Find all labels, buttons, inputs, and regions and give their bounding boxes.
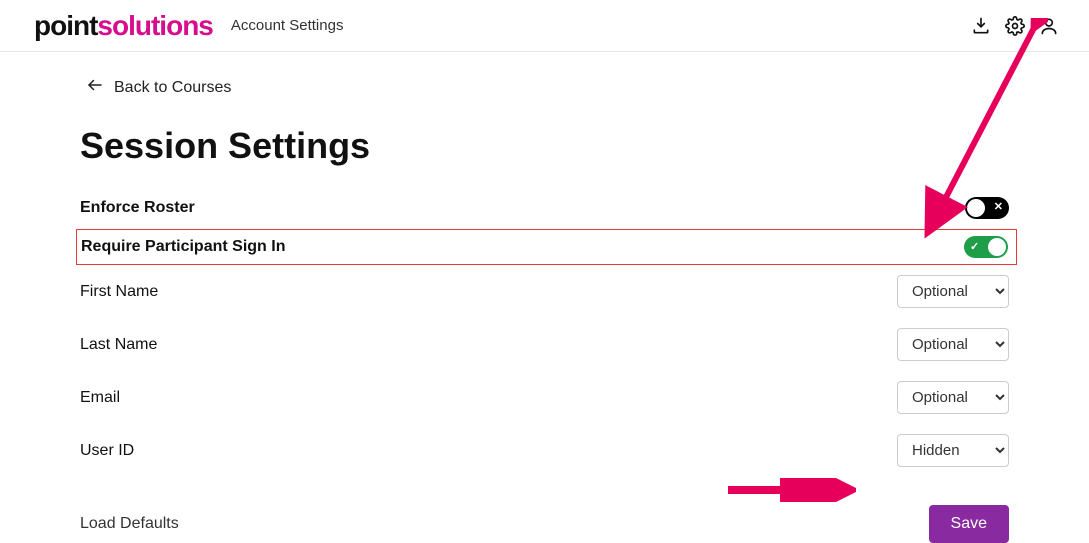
header-icon-group bbox=[971, 16, 1059, 36]
load-defaults-link[interactable]: Load Defaults bbox=[80, 515, 179, 533]
last-name-select[interactable]: Optional bbox=[897, 328, 1009, 361]
row-last-name: Last Name Optional bbox=[80, 318, 1009, 371]
app-header: pointsolutions Account Settings bbox=[0, 0, 1089, 52]
footer-row: Load Defaults Save bbox=[80, 505, 1009, 543]
last-name-label: Last Name bbox=[80, 336, 157, 354]
enforce-roster-toggle[interactable]: ✕ bbox=[965, 197, 1009, 219]
logo-text-accent: solutions bbox=[97, 12, 212, 40]
require-signin-label: Require Participant Sign In bbox=[81, 238, 285, 256]
enforce-roster-label: Enforce Roster bbox=[80, 199, 195, 217]
user-icon[interactable] bbox=[1039, 16, 1059, 36]
row-first-name: First Name Optional bbox=[80, 265, 1009, 318]
first-name-select[interactable]: Optional bbox=[897, 275, 1009, 308]
logo-text-bold: point bbox=[34, 12, 97, 40]
row-user-id: User ID Hidden bbox=[80, 424, 1009, 477]
row-require-signin: Require Participant Sign In ✓ bbox=[76, 229, 1017, 265]
gear-icon[interactable] bbox=[1005, 16, 1025, 36]
arrow-left-icon bbox=[86, 76, 104, 99]
row-email: Email Optional bbox=[80, 371, 1009, 424]
row-enforce-roster: Enforce Roster ✕ bbox=[80, 187, 1009, 229]
back-to-courses-link[interactable]: Back to Courses bbox=[86, 76, 231, 99]
main-content: Back to Courses Session Settings Enforce… bbox=[0, 52, 1089, 543]
require-signin-toggle[interactable]: ✓ bbox=[964, 236, 1008, 258]
user-id-select[interactable]: Hidden bbox=[897, 434, 1009, 467]
first-name-label: First Name bbox=[80, 283, 158, 301]
app-logo: pointsolutions bbox=[34, 12, 213, 40]
download-icon[interactable] bbox=[971, 16, 991, 36]
page-title: Session Settings bbox=[80, 125, 1009, 167]
user-id-label: User ID bbox=[80, 442, 134, 460]
email-label: Email bbox=[80, 389, 120, 407]
email-select[interactable]: Optional bbox=[897, 381, 1009, 414]
back-link-label: Back to Courses bbox=[114, 79, 231, 97]
breadcrumb: Account Settings bbox=[231, 17, 344, 34]
save-button[interactable]: Save bbox=[929, 505, 1009, 543]
